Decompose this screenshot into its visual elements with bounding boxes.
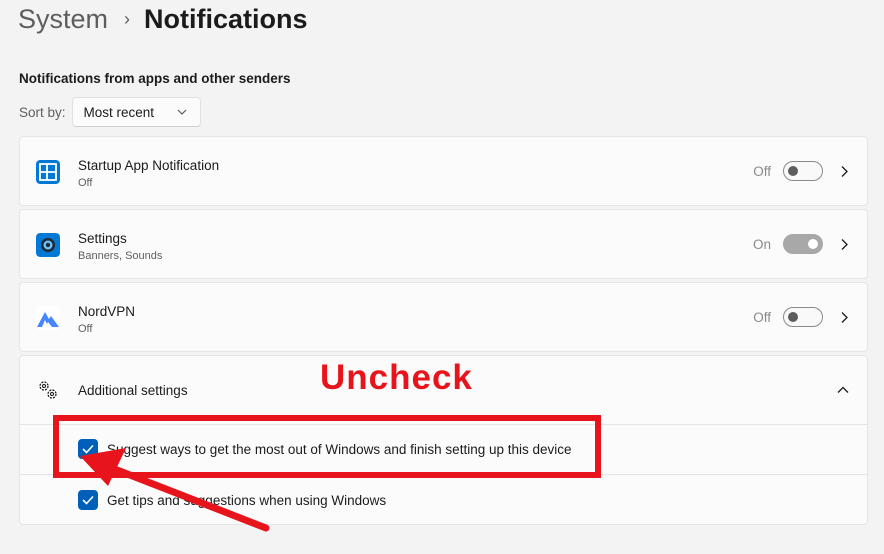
chevron-right-icon[interactable] [839, 238, 849, 251]
sort-value: Most recent [83, 104, 155, 120]
toggle-knob [788, 312, 798, 322]
section-title: Notifications from apps and other sender… [19, 71, 291, 86]
toggle-state-label: Off [753, 310, 771, 325]
chevron-down-icon [177, 109, 186, 115]
notification-toggle[interactable] [783, 234, 823, 254]
chevron-up-icon[interactable] [837, 385, 849, 395]
option-get-tips[interactable]: Get tips and suggestions when using Wind… [78, 488, 386, 512]
app-subtitle: Banners, Sounds [78, 250, 163, 262]
startup-app-icon [36, 160, 60, 184]
app-subtitle: Off [78, 323, 93, 335]
app-row-settings[interactable]: Settings Banners, Sounds On [19, 209, 868, 279]
app-row-nordvpn[interactable]: NordVPN Off Off [19, 282, 868, 352]
app-name: Startup App Notification [78, 158, 220, 173]
notification-toggle[interactable] [783, 307, 823, 327]
sort-label: Sort by: [19, 104, 66, 120]
toggle-knob [808, 239, 818, 249]
additional-settings-label: Additional settings [78, 383, 188, 398]
notification-toggle[interactable] [783, 161, 823, 181]
app-row-startup-app-notification[interactable]: Startup App Notification Off Off [19, 136, 868, 206]
toggle-state-label: Off [753, 164, 771, 179]
breadcrumb: System › Notifications [18, 2, 308, 36]
sort-dropdown[interactable]: Most recent [71, 97, 201, 127]
toggle-state-label: On [752, 237, 771, 252]
sort-row: Sort by: Most recent [19, 97, 201, 127]
app-name: Settings [78, 231, 127, 246]
nordvpn-icon [36, 306, 60, 330]
breadcrumb-system-link[interactable]: System [18, 4, 108, 35]
chevron-right-icon[interactable] [839, 165, 849, 178]
app-subtitle: Off [78, 177, 93, 189]
breadcrumb-separator: › [124, 8, 131, 29]
annotation-highlight-box [53, 415, 601, 478]
gears-icon [39, 381, 57, 399]
checkmark-icon [82, 495, 94, 505]
chevron-right-icon[interactable] [839, 311, 849, 324]
annotation-uncheck-text: Uncheck [320, 358, 473, 397]
toggle-knob [788, 166, 798, 176]
checkbox[interactable] [78, 490, 98, 510]
checkbox-label: Get tips and suggestions when using Wind… [107, 492, 387, 508]
app-name: NordVPN [78, 304, 136, 319]
page-title: Notifications [144, 3, 308, 34]
settings-app-icon [36, 233, 60, 257]
